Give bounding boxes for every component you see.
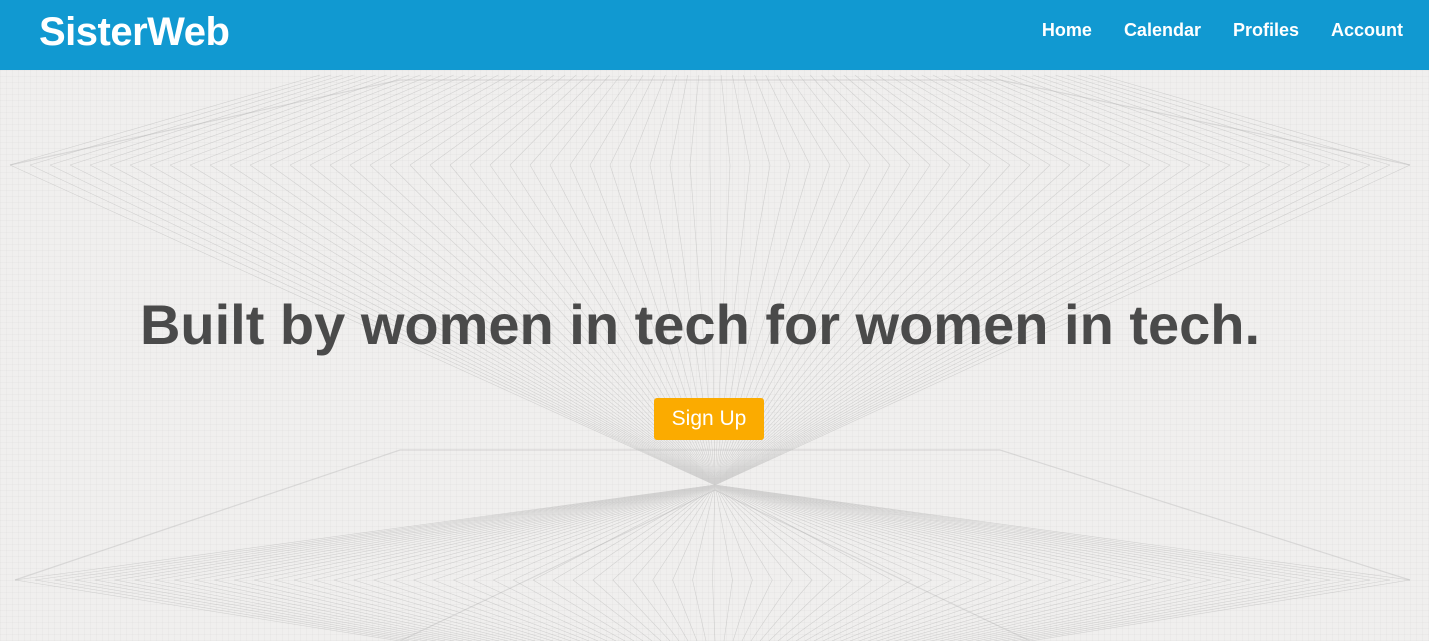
nav-links: Home Calendar Profiles Account (1042, 0, 1403, 60)
nav-link-account[interactable]: Account (1331, 20, 1403, 40)
hero-title: Built by women in tech for women in tech… (139, 293, 1261, 356)
nav-link-profiles[interactable]: Profiles (1233, 20, 1299, 40)
nav-link-calendar[interactable]: Calendar (1124, 20, 1201, 40)
brand-logo-link[interactable]: SisterWeb (39, 10, 230, 54)
hero-section: Built by women in tech for women in tech… (0, 70, 1429, 641)
navbar: SisterWeb Home Calendar Profiles Account (0, 0, 1429, 70)
sign-up-button[interactable]: Sign Up (654, 398, 764, 440)
nav-link-home[interactable]: Home (1042, 20, 1092, 40)
